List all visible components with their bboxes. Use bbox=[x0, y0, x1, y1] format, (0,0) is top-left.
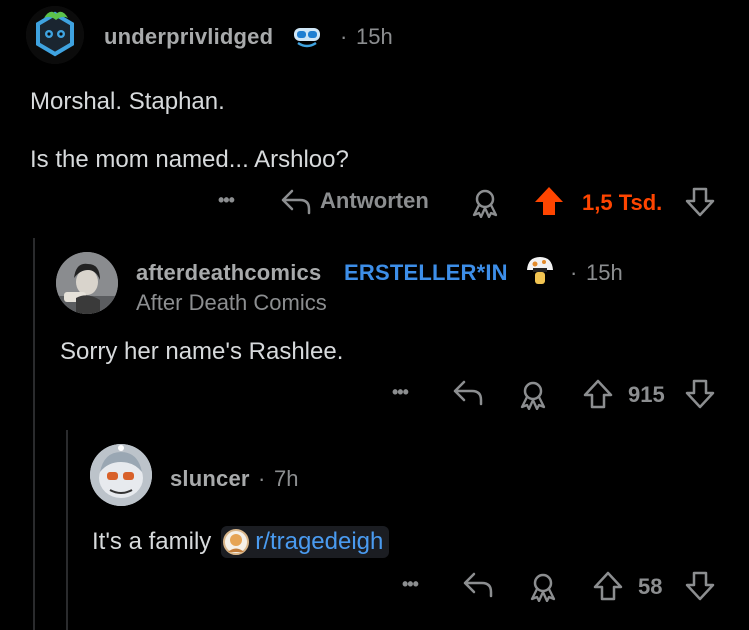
more-options-button[interactable]: ••• bbox=[392, 382, 409, 403]
vote-score: 58 bbox=[638, 574, 663, 599]
comment-username[interactable]: sluncer bbox=[170, 466, 250, 492]
comment-username[interactable]: afterdeathcomics bbox=[136, 260, 321, 286]
comment-body-line-2: Is the mom named... Arshloo? bbox=[30, 146, 349, 173]
comment-username[interactable]: underprivlidged bbox=[104, 24, 273, 50]
verified-goggles-icon bbox=[292, 23, 322, 49]
comment-timestamp: 15h bbox=[356, 24, 393, 49]
avatar[interactable] bbox=[56, 252, 118, 314]
avatar[interactable] bbox=[26, 6, 84, 64]
comment-body: It's a family r/tragedeigh bbox=[92, 526, 390, 558]
comment-dot: · bbox=[570, 260, 578, 285]
upvote-icon[interactable] bbox=[592, 570, 624, 602]
comic-avatar-icon bbox=[56, 252, 118, 314]
reply-arrow-icon bbox=[280, 187, 312, 215]
subreddit-link[interactable]: r/tragedeigh bbox=[221, 526, 390, 558]
comment-timestamp: 7h bbox=[274, 466, 299, 491]
subreddit-avatar-icon bbox=[223, 529, 250, 555]
award-icon[interactable] bbox=[526, 570, 560, 602]
downvote-icon[interactable] bbox=[684, 570, 716, 602]
thread-line-level-2[interactable] bbox=[66, 430, 68, 630]
comment-timestamp: 15h bbox=[586, 260, 623, 285]
user-flair: After Death Comics bbox=[136, 290, 327, 315]
comment-dot: · bbox=[258, 466, 266, 491]
reply-arrow-icon[interactable] bbox=[452, 378, 484, 406]
more-options-button[interactable]: ••• bbox=[218, 190, 235, 211]
avatar[interactable] bbox=[90, 444, 152, 506]
award-icon[interactable] bbox=[516, 378, 550, 410]
upvote-icon[interactable] bbox=[532, 184, 566, 218]
reply-arrow-icon[interactable] bbox=[462, 570, 494, 598]
reply-label: Antworten bbox=[320, 188, 429, 213]
comment-body-line-1: Morshal. Staphan. bbox=[30, 88, 225, 115]
snoo-avatar-icon bbox=[90, 444, 152, 506]
vote-score: 915 bbox=[628, 382, 665, 407]
comment-body-line-1: Sorry her name's Rashlee. bbox=[60, 338, 344, 365]
comment-dot: · bbox=[340, 24, 348, 49]
reply-button[interactable]: Antworten bbox=[280, 187, 429, 215]
downvote-icon[interactable] bbox=[684, 378, 716, 410]
vote-score: 1,5 Tsd. bbox=[582, 190, 663, 215]
op-badge: ERSTELLER*IN bbox=[344, 260, 508, 285]
more-options-button[interactable]: ••• bbox=[402, 574, 419, 595]
subreddit-label: r/tragedeigh bbox=[255, 528, 384, 555]
comment-body-text: It's a family bbox=[92, 528, 212, 555]
upvote-icon[interactable] bbox=[582, 378, 614, 410]
mushroom-icon bbox=[524, 254, 556, 288]
award-icon[interactable] bbox=[468, 186, 502, 218]
downvote-icon[interactable] bbox=[684, 186, 716, 218]
thread-line-level-1[interactable] bbox=[33, 238, 35, 630]
snoo-avatar-icon bbox=[26, 6, 84, 64]
